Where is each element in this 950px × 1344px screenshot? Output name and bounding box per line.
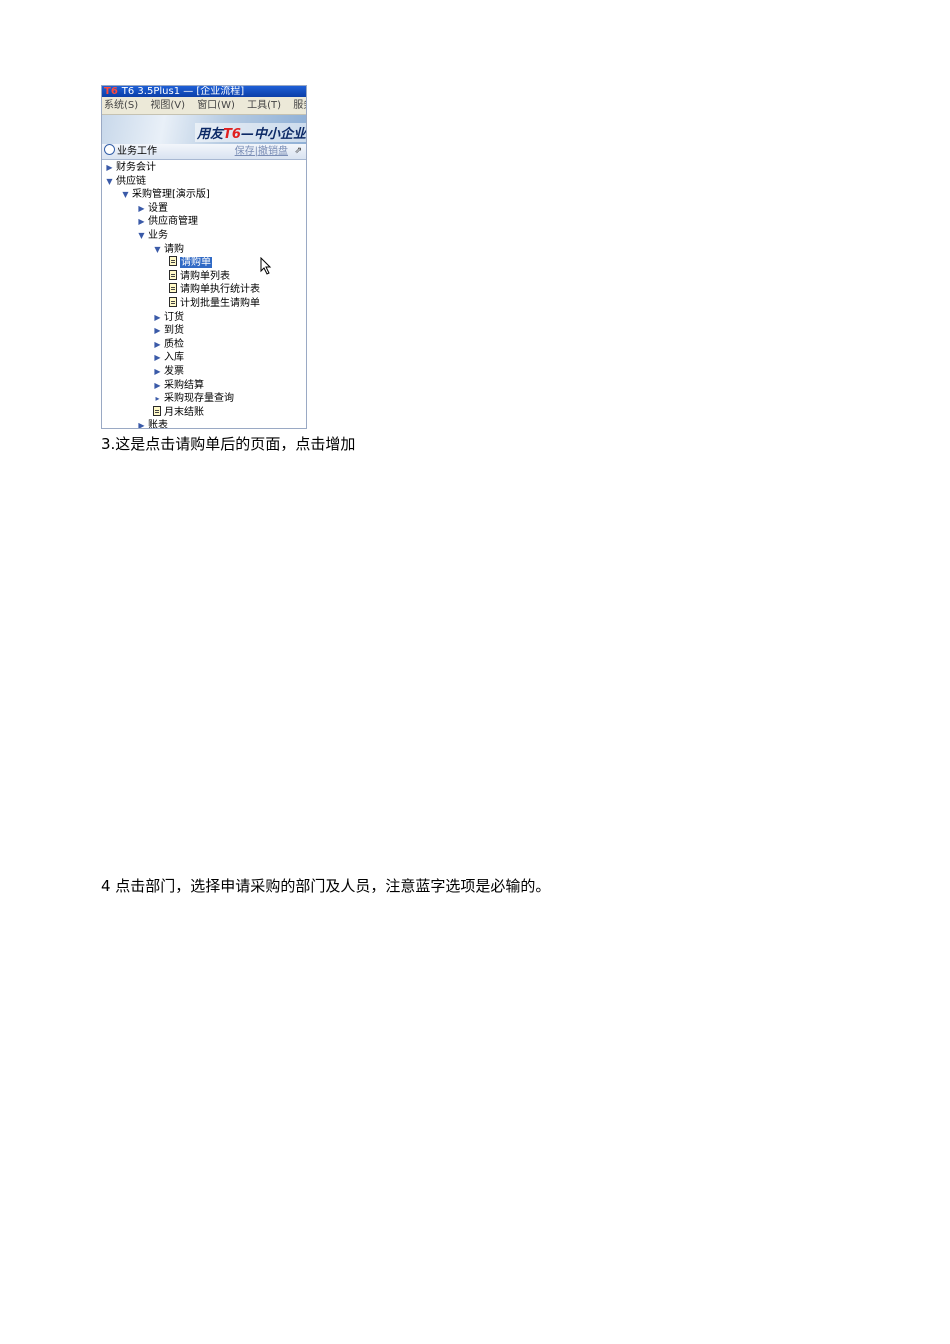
menu-bar: 系统(S) 视图(V) 窗口(W) 工具(T) 服务 bbox=[102, 97, 306, 115]
panel-title: 业务工作 bbox=[117, 146, 157, 157]
collapse-arrow-icon: ▼ bbox=[106, 176, 113, 186]
tree-item[interactable]: ▶ 采购结算 bbox=[102, 379, 306, 393]
tree-item[interactable]: ▼ 业务 bbox=[102, 229, 306, 243]
expand-arrow-icon: ▶ bbox=[154, 353, 161, 363]
tree-item-label: 入库 bbox=[164, 352, 184, 364]
tree-item[interactable]: 月末结账 bbox=[102, 405, 306, 420]
app-logo: T6 bbox=[104, 86, 118, 97]
menu-tools[interactable]: 工具(T) bbox=[247, 100, 281, 111]
embedded-screenshot: T6 T6 3.5Plus1 — [企业流程] 系统(S) 视图(V) 窗口(W)… bbox=[101, 85, 307, 429]
document-icon bbox=[153, 405, 161, 416]
expand-arrow-icon: ▶ bbox=[138, 203, 145, 213]
tree-item[interactable]: 请购单执行统计表 bbox=[102, 283, 306, 297]
expand-arrow-icon: ▶ bbox=[154, 366, 161, 376]
tree-item[interactable]: ▶ 设置 bbox=[102, 202, 306, 216]
tree-item[interactable]: 请购单 bbox=[102, 256, 306, 270]
collapse-arrow-icon: ▼ bbox=[154, 244, 161, 254]
expand-arrow-icon: ▶ bbox=[106, 163, 113, 172]
mouse-cursor-icon bbox=[260, 257, 272, 275]
business-tree: ▶ 财务会计 ▼ 供应链 ▼ 采购管理[演示版] ▶ 设置 ▶ 供应商管理 ▼ 业务 ▼ 请购 请购单 请购单… bbox=[102, 160, 306, 429]
brand-prefix: 用友 bbox=[197, 127, 224, 142]
pin-icon[interactable]: ⇗ bbox=[294, 144, 302, 159]
tree-item-label: 请购单执行统计表 bbox=[180, 284, 260, 296]
tree-item-label: 业务 bbox=[148, 229, 168, 241]
tree-item-label: 请购 bbox=[164, 243, 184, 255]
tree-item-label: 质检 bbox=[164, 338, 184, 350]
tree-item[interactable]: ▶ 发票 bbox=[102, 365, 306, 379]
collapse-arrow-icon: ▼ bbox=[138, 230, 145, 240]
tree-item[interactable]: ▼ 采购管理[演示版] bbox=[102, 188, 306, 202]
window-title: T6 3.5Plus1 — [企业流程] bbox=[121, 86, 245, 97]
tree-item-label: 采购管理[演示版] bbox=[132, 189, 210, 201]
window-titlebar: T6 T6 3.5Plus1 — [企业流程] bbox=[102, 86, 306, 97]
tree-item-label: 订货 bbox=[164, 311, 184, 323]
tree-item-label: 请购单 bbox=[180, 257, 212, 269]
expand-arrow-icon: ▶ bbox=[154, 326, 161, 336]
menu-system[interactable]: 系统(S) bbox=[104, 100, 138, 111]
step-3-text: 3.这是点击请购单后的页面，点击增加 bbox=[101, 435, 356, 453]
brand-suffix: —中小企业 bbox=[240, 127, 306, 142]
tree-item[interactable]: 计划批量生请购单 bbox=[102, 296, 306, 311]
expand-arrow-icon: ▶ bbox=[138, 217, 145, 227]
tree-item-label: 采购现存量查询 bbox=[164, 393, 234, 405]
step-4-text: 4 点击部门，选择申请采购的部门及人员，注意蓝字选项是必输的。 bbox=[101, 877, 551, 895]
tree-item-label: 采购结算 bbox=[164, 379, 204, 391]
panel-header: 业务工作 保存|撤销盘 ⇗ bbox=[102, 144, 306, 160]
product-banner: 用友T6—中小企业 bbox=[102, 115, 306, 144]
panel-links[interactable]: 保存|撤销盘 bbox=[235, 144, 288, 159]
expand-arrow-icon: ▶ bbox=[138, 421, 145, 429]
document-icon bbox=[169, 296, 177, 307]
menu-service[interactable]: 服务 bbox=[293, 100, 306, 111]
tree-item-label: 到货 bbox=[164, 325, 184, 337]
menu-view[interactable]: 视图(V) bbox=[150, 100, 185, 111]
expand-arrow-icon: ▶ bbox=[154, 339, 161, 349]
tree-item[interactable]: ▸ 采购现存量查询 bbox=[102, 392, 306, 406]
refresh-icon bbox=[104, 144, 115, 155]
tree-item-label: 供应链 bbox=[116, 175, 146, 187]
tree-item[interactable]: ▶ 财务会计 bbox=[102, 161, 306, 175]
document-icon bbox=[169, 269, 177, 280]
tree-item-label: 发票 bbox=[164, 365, 184, 377]
brand-highlight: T6 bbox=[223, 127, 241, 142]
tree-item-label: 月末结账 bbox=[164, 406, 204, 418]
tree-item-label: 请购单列表 bbox=[180, 270, 230, 282]
tree-item[interactable]: ▶ 入库 bbox=[102, 351, 306, 365]
document-icon bbox=[169, 283, 177, 294]
tree-item[interactable]: ▶ 账表 bbox=[102, 419, 306, 429]
tree-item-label: 设置 bbox=[148, 202, 168, 214]
menu-window[interactable]: 窗口(W) bbox=[197, 100, 235, 111]
tree-item-label: 财务会计 bbox=[116, 162, 156, 173]
tree-item[interactable]: ▶ 到货 bbox=[102, 324, 306, 338]
expand-arrow-icon: ▶ bbox=[154, 380, 161, 390]
tree-item-label: 供应商管理 bbox=[148, 216, 198, 228]
tree-item[interactable]: ▶ 供应商管理 bbox=[102, 215, 306, 229]
tree-item-label: 计划批量生请购单 bbox=[180, 297, 260, 309]
tree-item[interactable]: ▼ 供应链 bbox=[102, 175, 306, 189]
tree-item[interactable]: ▶ 质检 bbox=[102, 338, 306, 352]
collapse-arrow-icon: ▼ bbox=[122, 190, 129, 200]
tree-item[interactable]: ▼ 请购 bbox=[102, 243, 306, 257]
product-brand: 用友T6—中小企业 bbox=[195, 123, 306, 142]
document-icon bbox=[169, 256, 177, 267]
expand-arrow-icon: ▶ bbox=[154, 312, 161, 322]
tree-item[interactable]: ▶ 订货 bbox=[102, 311, 306, 325]
tree-item-label: 账表 bbox=[148, 420, 168, 429]
small-arrow-icon: ▸ bbox=[155, 394, 160, 404]
tree-item[interactable]: 请购单列表 bbox=[102, 269, 306, 284]
